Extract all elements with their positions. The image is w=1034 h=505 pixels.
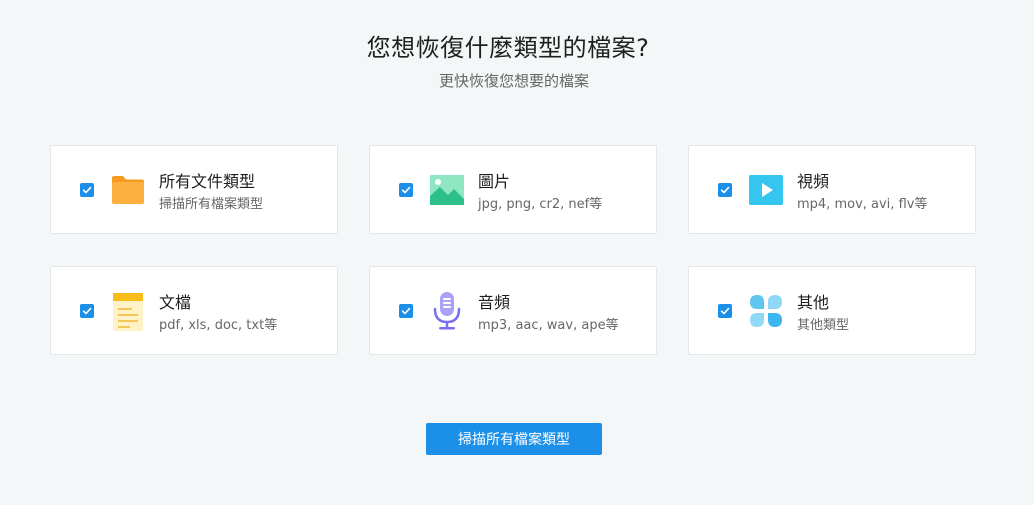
folder-icon xyxy=(110,172,146,208)
checkbox-other[interactable] xyxy=(718,304,732,318)
file-type-card-document[interactable]: 文檔 pdf, xls, doc, txt等 xyxy=(50,266,338,355)
card-title: 其他 xyxy=(797,293,830,312)
file-type-card-all[interactable]: 所有文件類型 掃描所有檔案類型 xyxy=(50,145,338,234)
scan-all-button[interactable]: 掃描所有檔案類型 xyxy=(426,423,602,455)
checkbox-audio[interactable] xyxy=(399,304,413,318)
checkbox-video[interactable] xyxy=(718,183,732,197)
page-title: 您想恢復什麼類型的檔案? xyxy=(366,34,650,62)
page-subtitle: 更快恢復您想要的檔案 xyxy=(438,72,589,90)
card-description: mp3, aac, wav, ape等 xyxy=(478,318,619,333)
microphone-icon xyxy=(429,291,465,330)
card-description: 掃描所有檔案類型 xyxy=(159,197,264,212)
checkbox-all-types[interactable] xyxy=(80,183,94,197)
checkbox-image[interactable] xyxy=(399,183,413,197)
file-type-card-other[interactable]: 其他 其他類型 xyxy=(688,266,976,355)
card-title: 圖片 xyxy=(478,172,511,191)
image-icon xyxy=(429,172,465,208)
video-icon xyxy=(748,172,784,208)
card-description: jpg, png, cr2, nef等 xyxy=(478,197,603,212)
card-description: 其他類型 xyxy=(797,318,850,333)
file-type-card-audio[interactable]: 音頻 mp3, aac, wav, ape等 xyxy=(369,266,657,355)
card-description: pdf, xls, doc, txt等 xyxy=(159,318,278,333)
checkbox-document[interactable] xyxy=(80,304,94,318)
file-type-card-video[interactable]: 視頻 mp4, mov, avi, flv等 xyxy=(688,145,976,234)
card-title: 所有文件類型 xyxy=(159,172,256,191)
card-title: 文檔 xyxy=(159,293,192,312)
card-title: 音頻 xyxy=(478,293,511,312)
card-title: 視頻 xyxy=(797,172,830,191)
document-icon xyxy=(110,292,146,331)
card-description: mp4, mov, avi, flv等 xyxy=(797,197,928,212)
other-icon xyxy=(748,293,784,329)
file-type-card-image[interactable]: 圖片 jpg, png, cr2, nef等 xyxy=(369,145,657,234)
